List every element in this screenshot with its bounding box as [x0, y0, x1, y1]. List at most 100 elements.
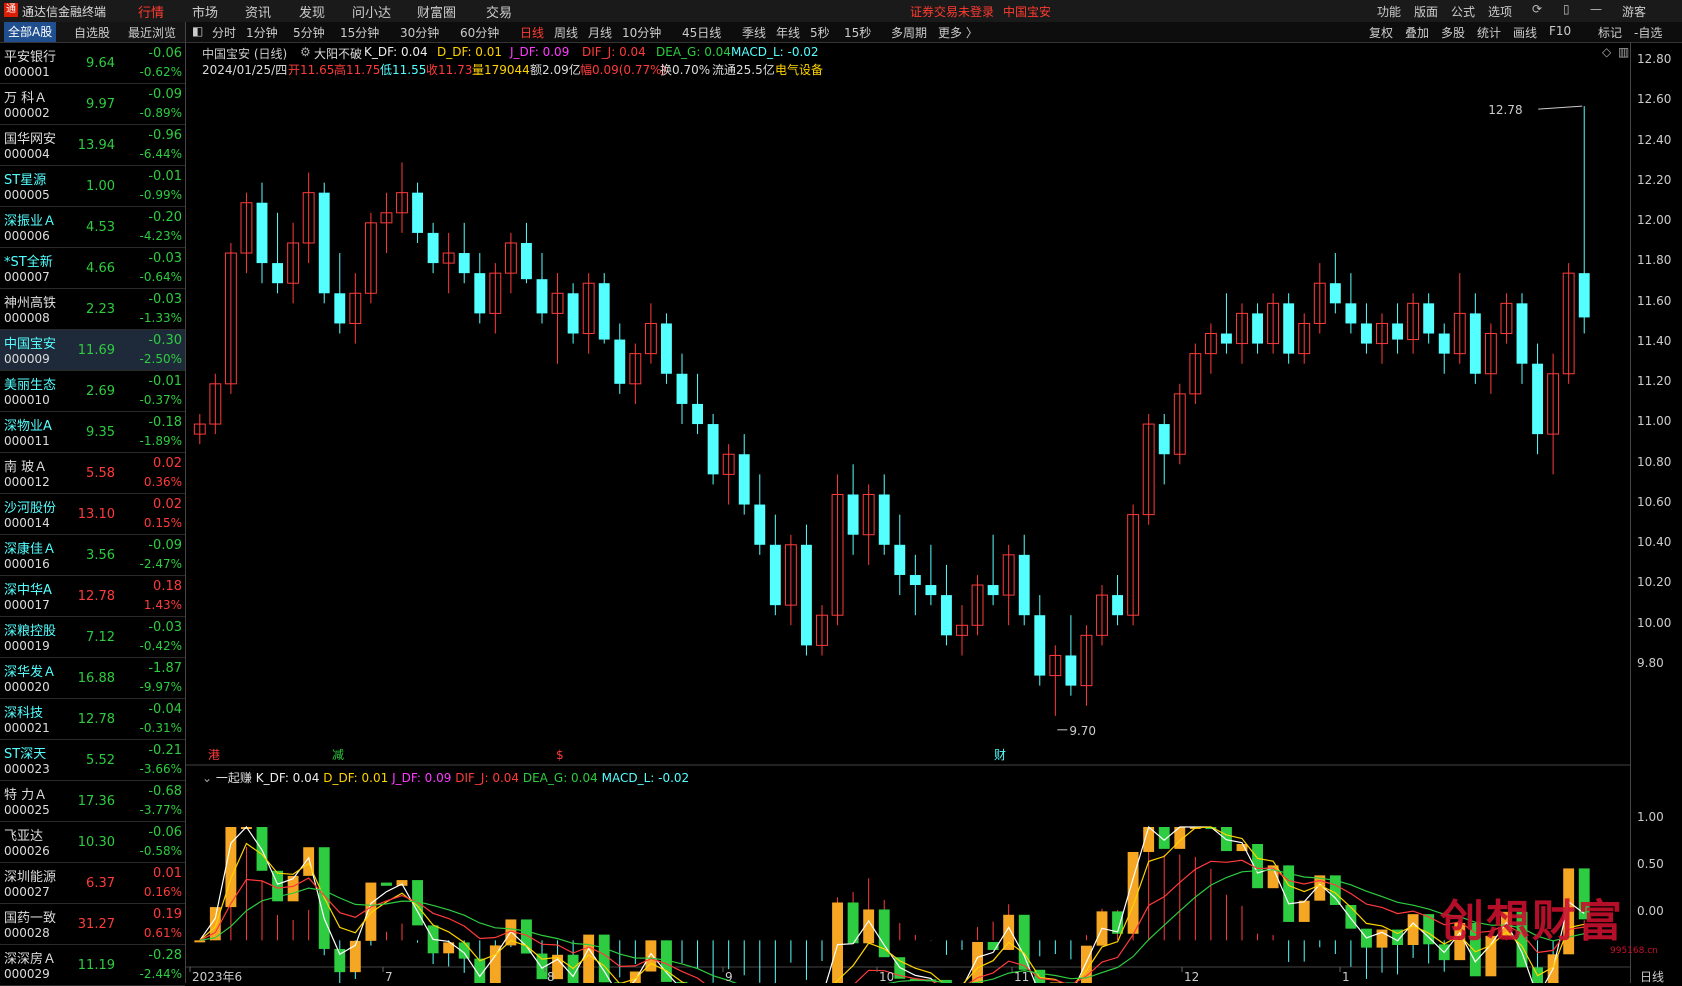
candle-body [1065, 655, 1077, 686]
menu-2[interactable]: 资讯 [245, 2, 271, 21]
period-tab-8[interactable]: 月线 [588, 24, 612, 41]
right-menu-3[interactable]: 选项 [1488, 3, 1512, 20]
stock-name: 万 科Ａ [4, 91, 48, 106]
period-tab-4[interactable]: 30分钟 [400, 24, 439, 41]
stock-change: -0.09 [148, 538, 182, 553]
candle-body [676, 373, 688, 404]
menu-4[interactable]: 问小达 [352, 2, 391, 21]
list-item[interactable]: 深中华A 000017 12.78 0.18 1.43% [0, 576, 185, 617]
list-item[interactable]: ST星源 000005 1.00 -0.01 -0.99% [0, 166, 185, 207]
event-marker[interactable]: 财 [994, 748, 1006, 762]
period-tab-10[interactable]: 45日线 [682, 24, 721, 41]
list-item[interactable]: 飞亚达 000026 10.30 -0.06 -0.58% [0, 822, 185, 863]
period-tab-3[interactable]: 15分钟 [340, 24, 379, 41]
list-item[interactable]: 国华网安 000004 13.94 -0.96 -6.44% [0, 125, 185, 166]
stock-pct: -1.89% [139, 434, 182, 448]
right-menu-0[interactable]: 功能 [1377, 3, 1401, 20]
event-marker[interactable]: $ [556, 748, 564, 762]
period-tab-12[interactable]: 年线 [776, 24, 800, 41]
refresh-icon[interactable]: ⟳ [1532, 2, 1542, 16]
phone-icon[interactable]: ▯ [1563, 2, 1570, 16]
candle-body [661, 323, 672, 374]
period-tab-14[interactable]: 15秒 [844, 24, 871, 41]
list-item[interactable]: ST深天 000023 5.52 -0.21 -3.66% [0, 740, 185, 781]
tool-1[interactable]: 叠加 [1405, 24, 1429, 41]
event-marker[interactable]: 减 [332, 748, 344, 762]
right-menu-2[interactable]: 公式 [1451, 3, 1475, 20]
menu-5[interactable]: 财富圈 [417, 2, 456, 21]
stock-change: -0.06 [148, 825, 182, 840]
user-label[interactable]: 游客 [1622, 3, 1646, 20]
list-item[interactable]: 深科技 000021 12.78 -0.04 -0.31% [0, 699, 185, 740]
tool-7[interactable]: -自选 [1634, 24, 1662, 41]
sidebar-toggle-icon[interactable]: ◧ [192, 24, 203, 38]
stock-change: -1.87 [148, 661, 182, 676]
candle-body [1392, 323, 1403, 340]
list-item[interactable]: 深华发Ａ 000020 16.88 -1.87 -9.97% [0, 658, 185, 699]
period-tab-0[interactable]: 分时 [212, 24, 236, 41]
list-item[interactable]: 深康佳Ａ 000016 3.56 -0.09 -2.47% [0, 535, 185, 576]
period-tab-2[interactable]: 5分钟 [293, 24, 325, 41]
menu-3[interactable]: 发现 [299, 2, 325, 21]
list-item[interactable]: 中国宝安 000009 11.69 -0.30 -2.50% [0, 330, 185, 371]
period-tab-1[interactable]: 1分钟 [246, 24, 278, 41]
period-tab-15[interactable]: 多周期 [891, 24, 927, 41]
tool-3[interactable]: 统计 [1477, 24, 1501, 41]
stock-price: 4.66 [86, 261, 115, 276]
list-item[interactable]: 深圳能源 000027 6.37 0.01 0.16% [0, 863, 185, 904]
tab-all-a[interactable]: 全部A股 [4, 22, 57, 42]
list-item[interactable]: 深物业A 000011 9.35 -0.18 -1.89% [0, 412, 185, 453]
candle-body [458, 253, 470, 274]
menu-1[interactable]: 市场 [192, 2, 218, 21]
stock-change: 0.02 [153, 456, 182, 471]
stock-pct: -0.37% [139, 393, 182, 407]
list-item[interactable]: 美丽生态 000010 2.69 -0.01 -0.37% [0, 371, 185, 412]
list-item[interactable]: 万 科Ａ 000002 9.97 -0.09 -0.89% [0, 84, 185, 125]
login-notice[interactable]: 证券交易未登录 [910, 3, 994, 20]
price-chart[interactable]: 12.78 9.70 港 减 $ 财 2023年6 7 8 9 10 11 12 1 [186, 42, 1630, 983]
period-tab-11[interactable]: 季线 [742, 24, 766, 41]
price-tick: 10.20 [1637, 575, 1672, 590]
tool-0[interactable]: 复权 [1369, 24, 1393, 41]
month-label: 7 [385, 970, 393, 983]
list-item[interactable]: 深粮控股 000019 7.12 -0.03 -0.42% [0, 617, 185, 658]
list-item[interactable]: 神州高铁 000008 2.23 -0.03 -1.33% [0, 289, 185, 330]
list-item[interactable]: 国药一致 000028 31.27 0.19 0.61% [0, 904, 185, 945]
menu-0[interactable]: 行情 [138, 2, 164, 21]
period-label[interactable]: 日线 [1640, 968, 1664, 985]
tab-favorites[interactable]: 自选股 [74, 24, 110, 41]
candle-body [1112, 595, 1123, 616]
period-tab-16[interactable]: 更多 〉 [938, 24, 978, 41]
stock-pct: -2.50% [139, 352, 182, 366]
event-marker[interactable]: 港 [208, 748, 220, 762]
dea-line [199, 869, 1585, 983]
stock-price: 9.97 [86, 97, 115, 112]
period-tab-6[interactable]: 日线 [520, 24, 544, 41]
stock-change: 0.18 [153, 579, 182, 594]
tool-4[interactable]: 画线 [1513, 24, 1537, 41]
list-item[interactable]: 南 玻Ａ 000012 5.58 0.02 0.36% [0, 453, 185, 494]
period-tab-5[interactable]: 60分钟 [460, 24, 499, 41]
period-toolbar: ◧ 分时 1分钟 5分钟 15分钟 30分钟 60分钟 日线 周线 月线 10分钟 45日线 季线 年线… [186, 22, 1682, 43]
stock-change: -0.09 [148, 87, 182, 102]
period-tab-7[interactable]: 周线 [554, 24, 578, 41]
candle-body [1329, 283, 1341, 304]
tool-5[interactable]: F10 [1549, 24, 1571, 38]
list-item[interactable]: 深深房Ａ 000029 11.19 -0.28 -2.44% [0, 945, 185, 986]
menu-6[interactable]: 交易 [486, 2, 512, 21]
list-item[interactable]: 平安银行 000001 9.64 -0.06 -0.62% [0, 43, 185, 84]
list-item[interactable]: 特 力Ａ 000025 17.36 -0.68 -3.77% [0, 781, 185, 822]
period-tab-13[interactable]: 5秒 [810, 24, 830, 41]
candle-body [598, 283, 610, 340]
minimize-icon[interactable]: — [1590, 2, 1602, 16]
tool-6[interactable]: 标记 [1598, 24, 1622, 41]
list-item[interactable]: *ST全新 000007 4.66 -0.03 -0.64% [0, 248, 185, 289]
tab-recent[interactable]: 最近浏览 [128, 24, 176, 41]
stock-name: 深深房Ａ [4, 952, 57, 967]
right-menu-1[interactable]: 版面 [1414, 3, 1438, 20]
stock-pct: -3.66% [139, 762, 182, 776]
list-item[interactable]: 沙河股份 000014 13.10 0.02 0.15% [0, 494, 185, 535]
tool-2[interactable]: 多股 [1441, 24, 1465, 41]
list-item[interactable]: 深振业Ａ 000006 4.53 -0.20 -4.23% [0, 207, 185, 248]
period-tab-9[interactable]: 10分钟 [622, 24, 661, 41]
